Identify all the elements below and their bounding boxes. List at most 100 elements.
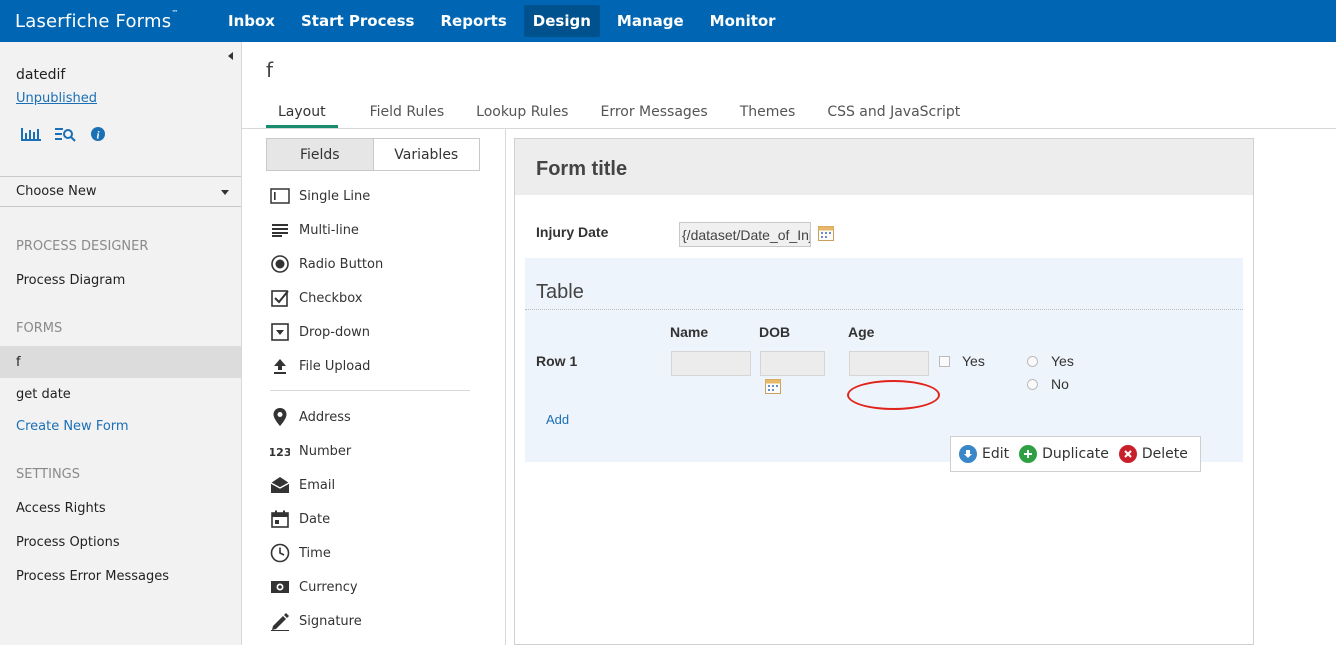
sidebar-item-process-diagram[interactable]: Process Diagram [16, 273, 125, 288]
tab-divider [242, 128, 1336, 129]
nav-start-process[interactable]: Start Process [292, 5, 424, 37]
tool-file-upload[interactable]: File Upload [270, 355, 370, 377]
sidebar-icon-row: i [20, 126, 106, 142]
calendar-picker-icon[interactable] [818, 226, 834, 241]
tab-layout[interactable]: Layout [266, 100, 338, 128]
tab-lookup-rules[interactable]: Lookup Rules [476, 100, 568, 128]
file-upload-icon [270, 356, 290, 376]
edit-button[interactable]: Edit [959, 445, 1009, 463]
designer-tabs: Layout Field Rules Lookup Rules Error Me… [266, 100, 992, 128]
form-header[interactable]: Form title [515, 139, 1253, 195]
calendar-picker-icon[interactable] [765, 379, 781, 394]
app-logo[interactable]: Laserfiche Forms™ [15, 8, 215, 32]
table-section[interactable]: Table Name DOB Age Row 1 Yes Yes No Add [525, 258, 1243, 462]
tool-label: Drop-down [299, 324, 371, 340]
nav-inbox[interactable]: Inbox [219, 5, 284, 37]
info-icon[interactable]: i [90, 126, 106, 142]
checkbox-label: Yes [962, 353, 985, 369]
radio-no[interactable] [1027, 379, 1038, 390]
calendar-icon [270, 509, 290, 529]
choose-new-dropdown[interactable]: Choose New [0, 176, 241, 207]
column-header-name: Name [670, 324, 709, 340]
injury-date-label: Injury Date [536, 224, 609, 240]
tab-error-messages[interactable]: Error Messages [600, 100, 707, 128]
map-pin-icon [270, 407, 290, 427]
chevron-down-icon [221, 190, 229, 195]
name-cell-input[interactable] [671, 351, 751, 376]
tool-label: Time [299, 545, 331, 561]
tool-checkbox[interactable]: Checkbox [270, 287, 363, 309]
sidebar-item-get-date[interactable]: get date [16, 387, 71, 402]
fields-toggle-button[interactable]: Fields [267, 139, 374, 170]
sidebar-item-process-error-messages[interactable]: Process Error Messages [16, 569, 169, 584]
brand-trademark: ™ [171, 8, 179, 17]
multi-line-icon [270, 220, 290, 240]
checkbox-icon [270, 288, 290, 308]
duplicate-button[interactable]: Duplicate [1019, 445, 1109, 463]
radio-yes-label: Yes [1051, 353, 1074, 369]
process-name: datedif [16, 67, 66, 83]
tool-label: File Upload [299, 358, 371, 374]
table-divider [525, 309, 1243, 310]
tab-field-rules[interactable]: Field Rules [370, 100, 445, 128]
clock-icon [270, 543, 290, 563]
tool-multi-line[interactable]: Multi-line [270, 219, 359, 241]
duplicate-label: Duplicate [1042, 446, 1109, 462]
radio-button-icon [270, 254, 290, 274]
number-icon: 123 [270, 441, 290, 461]
report-chart-icon[interactable] [20, 126, 42, 142]
publish-status-link[interactable]: Unpublished [16, 91, 97, 106]
sidebar-item-form-f[interactable]: f [16, 355, 21, 370]
tool-label: Multi-line [299, 222, 359, 238]
injury-date-field[interactable]: {/dataset/Date_of_Inj [679, 222, 811, 247]
tool-label: Currency [299, 579, 358, 595]
yes-checkbox[interactable] [939, 356, 950, 367]
nav-reports[interactable]: Reports [432, 5, 516, 37]
left-sidebar: datedif Unpublished i Choose New PROCESS… [0, 42, 242, 645]
delete-label: Delete [1141, 446, 1188, 462]
tool-label: Checkbox [299, 290, 363, 306]
tool-label: Single Line [299, 188, 371, 204]
toolbox-divider [505, 129, 506, 645]
main-nav: Inbox Start Process Reports Design Manag… [215, 0, 789, 42]
column-header-dob: DOB [759, 324, 791, 340]
tool-signature[interactable]: Signature [270, 610, 362, 632]
tool-label: Address [299, 409, 351, 425]
tool-single-line[interactable]: Single Line [270, 185, 370, 207]
pen-icon [270, 611, 290, 631]
form-name-title: f [266, 58, 274, 82]
collapse-sidebar-icon[interactable] [228, 52, 233, 60]
nav-manage[interactable]: Manage [608, 5, 693, 37]
tool-currency[interactable]: Currency [270, 576, 358, 598]
nav-monitor[interactable]: Monitor [701, 5, 785, 37]
age-cell-input[interactable] [849, 351, 929, 376]
dob-cell-input[interactable] [760, 351, 825, 376]
add-row-link[interactable]: Add [546, 412, 569, 427]
sidebar-selected-bg [0, 346, 241, 378]
svg-text:123: 123 [270, 446, 290, 458]
email-icon [270, 475, 290, 495]
search-list-icon[interactable] [55, 126, 77, 142]
tool-dropdown[interactable]: Drop-down [270, 321, 370, 343]
tool-email[interactable]: Email [270, 474, 335, 496]
create-new-form-link[interactable]: Create New Form [16, 419, 129, 434]
dropdown-icon [270, 322, 290, 342]
delete-button[interactable]: Delete [1118, 445, 1188, 463]
tool-date[interactable]: Date [270, 508, 330, 530]
tool-label: Radio Button [299, 256, 384, 272]
sidebar-item-access-rights[interactable]: Access Rights [16, 501, 106, 516]
fields-variables-toggle: Fields Variables [266, 138, 480, 171]
tab-themes[interactable]: Themes [740, 100, 796, 128]
tool-time[interactable]: Time [270, 542, 331, 564]
nav-design[interactable]: Design [523, 5, 600, 37]
tool-address[interactable]: Address [270, 406, 351, 428]
tool-number[interactable]: 123 Number [270, 440, 351, 462]
variables-toggle-button[interactable]: Variables [374, 139, 480, 170]
tool-label: Date [299, 511, 331, 527]
section-heading-process-designer: PROCESS DESIGNER [16, 239, 149, 254]
radio-yes[interactable] [1027, 356, 1038, 367]
sidebar-item-process-options[interactable]: Process Options [16, 535, 120, 550]
tool-radio-button[interactable]: Radio Button [270, 253, 383, 275]
form-title: Form title [536, 158, 628, 180]
tab-css-javascript[interactable]: CSS and JavaScript [827, 100, 960, 128]
